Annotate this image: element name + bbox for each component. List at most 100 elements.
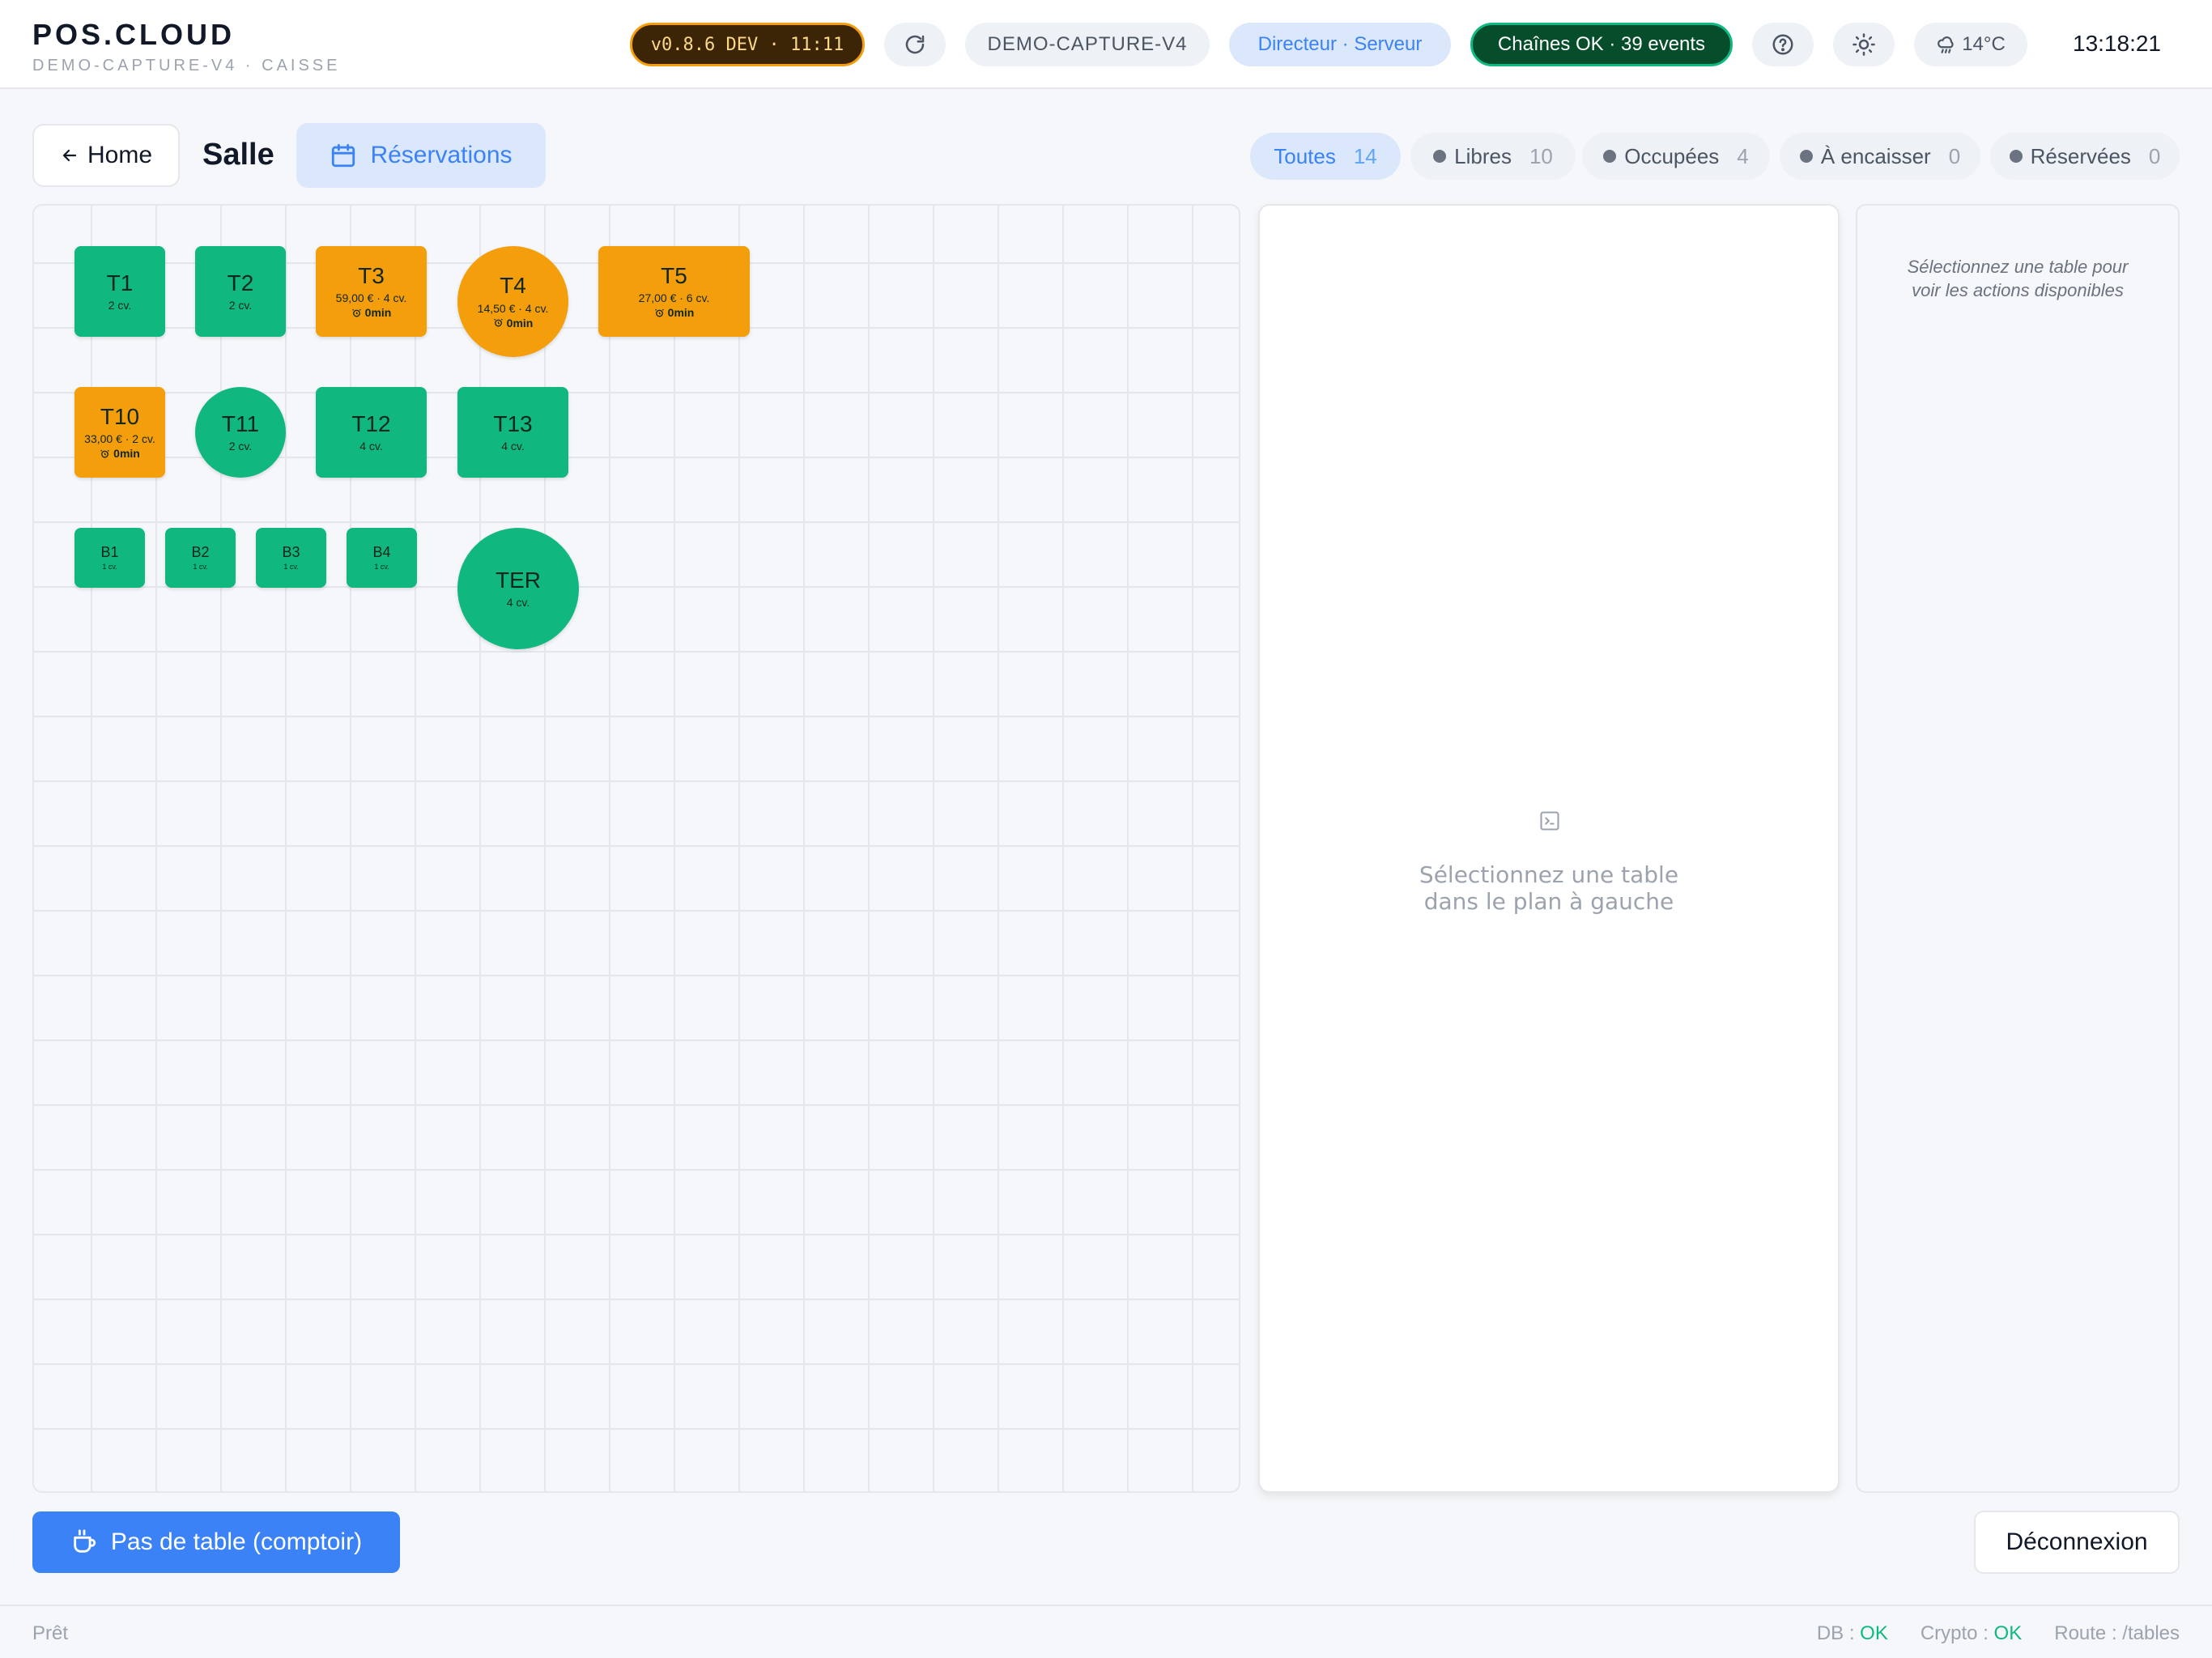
table-b4[interactable]: B4 1 cv. xyxy=(347,528,417,588)
table-covers: 33,00 € · 2 cv. xyxy=(84,432,155,446)
version-badge: v0.8.6 DEV · 11:11 xyxy=(630,23,865,66)
table-covers: 1 cv. xyxy=(193,562,208,571)
filter-count: 14 xyxy=(1353,143,1377,168)
calendar-icon xyxy=(332,143,355,168)
table-covers: 1 cv. xyxy=(283,562,299,571)
table-covers: 1 cv. xyxy=(374,562,389,571)
table-covers: 27,00 € · 6 cv. xyxy=(638,291,710,305)
status-dot xyxy=(2009,150,2023,163)
table-b1[interactable]: B1 1 cv. xyxy=(74,528,145,588)
status-ready: Prêt xyxy=(32,1622,69,1644)
table-name: B4 xyxy=(372,544,391,561)
filter-label: Réservées xyxy=(2030,143,2131,168)
table-t13[interactable]: T13 4 cv. xyxy=(457,387,568,478)
status-bar: Prêt DB : OK Crypto : OK Route : /tables xyxy=(0,1605,2212,1658)
filter-free[interactable]: Libres 10 xyxy=(1410,133,1576,180)
filter-occupied[interactable]: Occupées 4 xyxy=(1582,133,1770,180)
top-header: POS.CLOUD DEMO-CAPTURE-V4 · CAISSE v0.8.… xyxy=(0,0,2212,89)
refresh-button[interactable] xyxy=(884,23,946,66)
empty-state-line-2: dans le plan à gauche xyxy=(1423,888,1674,916)
coffee-cup-icon xyxy=(74,1529,96,1553)
alarm-clock-icon xyxy=(493,319,503,327)
table-covers: 4 cv. xyxy=(501,440,525,453)
table-name: T12 xyxy=(351,410,391,436)
table-name: T4 xyxy=(500,273,526,299)
table-name: T1 xyxy=(106,270,134,295)
table-name: T5 xyxy=(661,262,687,288)
table-covers: 4 cv. xyxy=(359,440,383,453)
table-t12[interactable]: T12 4 cv. xyxy=(316,387,427,478)
filter-label: Occupées xyxy=(1624,143,1720,168)
filter-count: 10 xyxy=(1529,143,1553,168)
table-name: B3 xyxy=(282,544,300,561)
filter-count: 0 xyxy=(1948,143,1961,168)
chains-status-badge[interactable]: Chaînes OK · 39 events xyxy=(1470,23,1733,66)
counter-sale-button[interactable]: Pas de table (comptoir) xyxy=(32,1511,400,1573)
table-name: TER xyxy=(496,567,541,593)
terminal-square-icon xyxy=(1540,811,1559,831)
empty-state-message: Sélectionnez une table dans le plan à ga… xyxy=(1260,861,1838,915)
filter-all[interactable]: Toutes 14 xyxy=(1250,133,1401,180)
reservations-label: Réservations xyxy=(370,142,513,168)
alarm-clock-icon xyxy=(654,308,664,317)
weather-temp: 14°C xyxy=(1962,33,2006,55)
table-name: T2 xyxy=(227,270,254,295)
theme-toggle-button[interactable] xyxy=(1833,23,1895,66)
filter-count: 0 xyxy=(2148,143,2161,168)
table-t10[interactable]: T10 33,00 € · 2 cv. 0min xyxy=(74,387,165,478)
timer-value: 0min xyxy=(667,306,695,320)
table-detail-panel: Sélectionnez une table dans le plan à ga… xyxy=(1258,204,1840,1493)
alarm-clock-icon xyxy=(100,449,109,458)
table-name: B1 xyxy=(100,544,119,561)
table-t4[interactable]: T4 14,50 € · 4 cv. 0min xyxy=(457,246,568,357)
table-timer: 0min xyxy=(654,306,695,320)
empty-state-line-1: Sélectionnez une table xyxy=(1419,861,1679,888)
actions-hint-line-1: Sélectionnez une table pour xyxy=(1907,257,2129,277)
crypto-status: Crypto : OK xyxy=(1921,1622,2022,1645)
home-button[interactable]: Home xyxy=(32,124,180,187)
table-name: T10 xyxy=(100,403,140,429)
table-covers: 59,00 € · 4 cv. xyxy=(335,291,407,305)
crypto-label: Crypto : xyxy=(1920,1622,1994,1644)
arrow-left-icon xyxy=(62,149,77,162)
section-title: Salle xyxy=(202,138,274,172)
brand-subtitle: DEMO-CAPTURE-V4 · CAISSE xyxy=(32,57,341,74)
alarm-clock-icon xyxy=(351,308,361,317)
role-badge[interactable]: Directeur · Serveur xyxy=(1229,23,1451,66)
logout-button[interactable]: Déconnexion xyxy=(1974,1511,2180,1574)
timer-value: 0min xyxy=(364,306,392,320)
actions-hint: Sélectionnez une table pour voir les act… xyxy=(1874,256,2162,302)
filter-count: 4 xyxy=(1737,143,1749,168)
status-dot xyxy=(1799,150,1813,163)
table-t2[interactable]: T2 2 cv. xyxy=(195,246,286,337)
filter-to-cash[interactable]: À encaisser 0 xyxy=(1780,133,1980,180)
help-icon xyxy=(1772,34,1793,55)
table-b3[interactable]: B3 1 cv. xyxy=(256,528,326,588)
table-b2[interactable]: B2 1 cv. xyxy=(165,528,236,588)
brand: POS.CLOUD DEMO-CAPTURE-V4 · CAISSE xyxy=(32,18,340,75)
filter-reserved[interactable]: Réservées 0 xyxy=(1990,133,2180,180)
table-timer: 0min xyxy=(493,316,534,329)
actions-hint-line-2: voir les actions disponibles xyxy=(1912,279,2124,300)
table-t3[interactable]: T3 59,00 € · 4 cv. 0min xyxy=(316,246,427,337)
brand-title: POS.CLOUD xyxy=(32,18,236,51)
table-t1[interactable]: T1 2 cv. xyxy=(74,246,165,337)
table-ter[interactable]: TER 4 cv. xyxy=(457,528,579,649)
table-name: T3 xyxy=(358,262,385,288)
route-status: Route : /tables xyxy=(2054,1622,2180,1644)
table-t11[interactable]: T11 2 cv. xyxy=(195,387,286,478)
status-indicators: DB : OK Crypto : OK Route : /tables xyxy=(1817,1622,2180,1645)
counter-sale-label: Pas de table (comptoir) xyxy=(110,1528,363,1555)
timer-value: 0min xyxy=(506,316,534,329)
help-button[interactable] xyxy=(1752,23,1814,66)
filter-label: Toutes xyxy=(1274,143,1336,168)
table-name: B2 xyxy=(191,544,210,561)
home-label: Home xyxy=(87,142,153,168)
table-t5[interactable]: T5 27,00 € · 6 cv. 0min xyxy=(598,246,750,337)
actions-panel: Sélectionnez une table pour voir les act… xyxy=(1856,204,2180,1493)
refresh-icon xyxy=(905,35,925,54)
floor-plan[interactable]: T1 2 cv. T2 2 cv. T3 59,00 € · 4 cv. 0mi… xyxy=(32,204,1240,1493)
reservations-button[interactable]: Réservations xyxy=(296,123,546,188)
table-covers: 2 cv. xyxy=(228,299,253,312)
table-name: T11 xyxy=(221,410,260,436)
